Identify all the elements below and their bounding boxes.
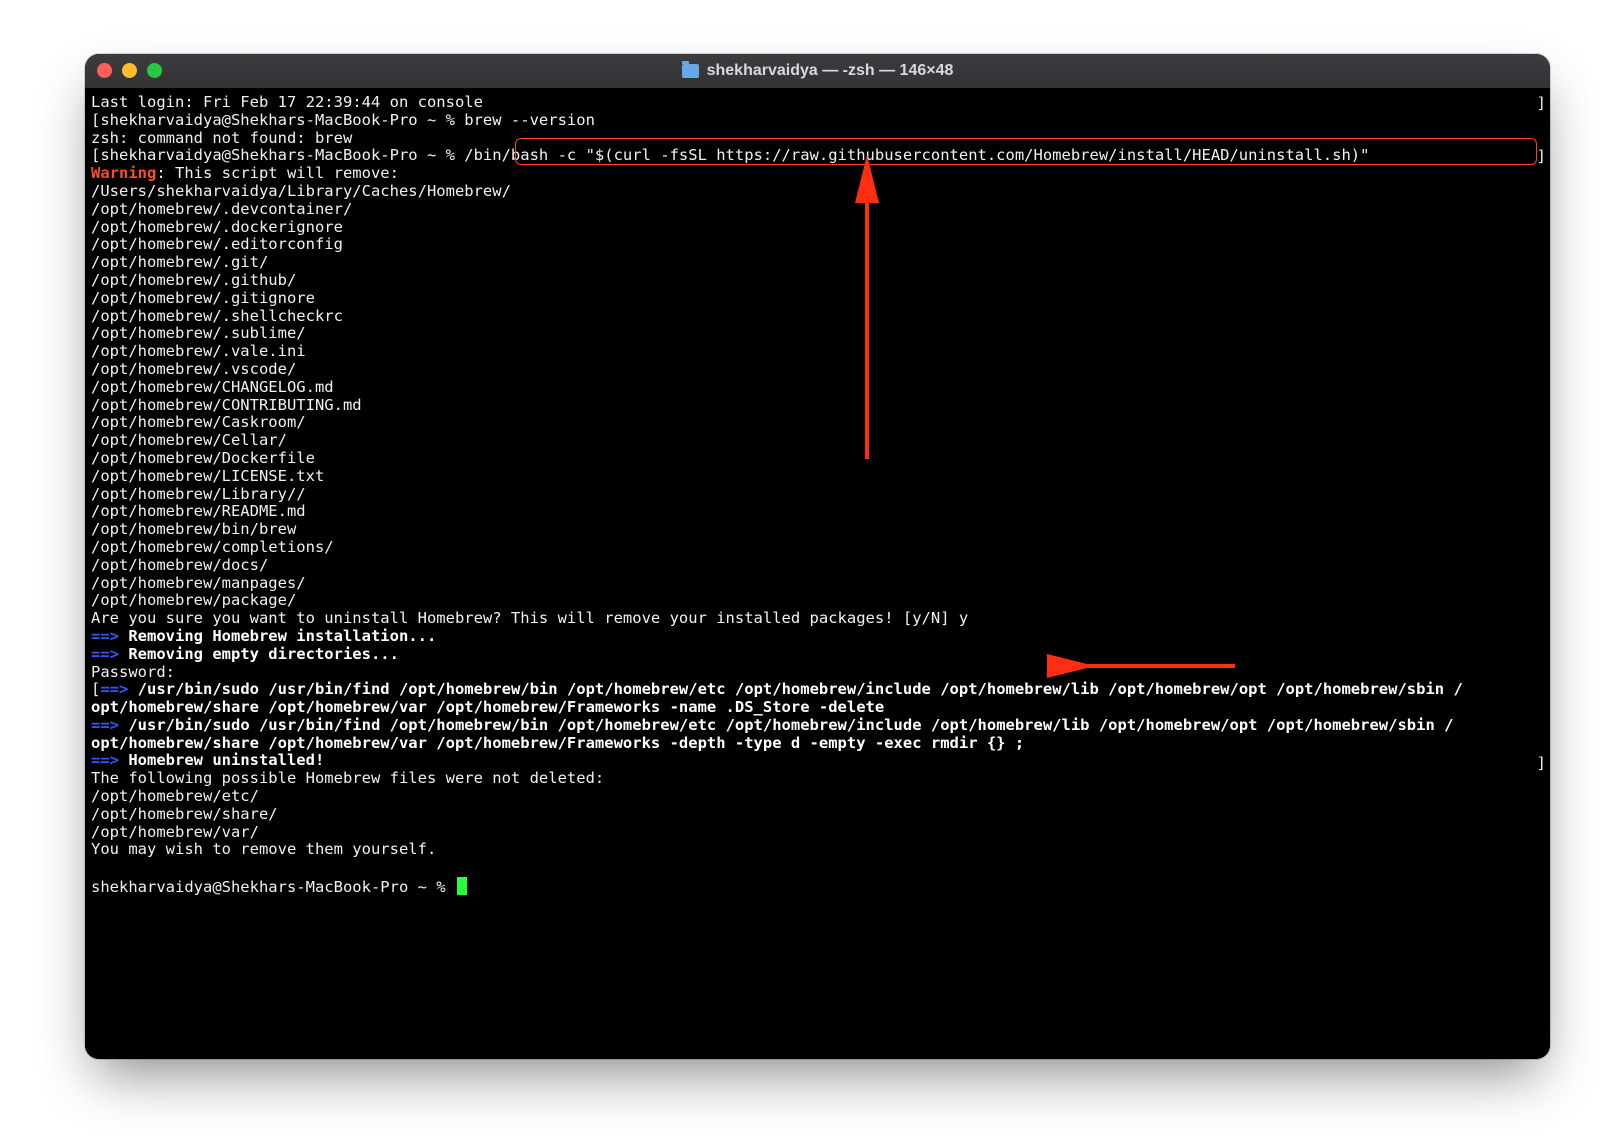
terminal-content[interactable]: Last login: Fri Feb 17 22:39:44 on conso…: [85, 88, 1550, 1059]
wrap-bracket: ]: [1537, 754, 1546, 772]
terminal-line: ==> Homebrew uninstalled!: [91, 752, 1550, 770]
terminal-line: /opt/homebrew/etc/: [91, 788, 1550, 806]
terminal-line: /opt/homebrew/.sublime/: [91, 325, 1550, 343]
traffic-lights: [97, 63, 162, 78]
terminal-line: Password:: [91, 664, 1550, 682]
terminal-line: /opt/homebrew/var/: [91, 824, 1550, 842]
terminal-line: Last login: Fri Feb 17 22:39:44 on conso…: [91, 94, 1550, 112]
terminal-line: /opt/homebrew/completions/: [91, 539, 1550, 557]
terminal-line: /opt/homebrew/CONTRIBUTING.md: [91, 397, 1550, 415]
terminal-line: /opt/homebrew/manpages/: [91, 575, 1550, 593]
terminal-line: [shekharvaidya@Shekhars-MacBook-Pro ~ % …: [91, 147, 1550, 165]
terminal-line: /opt/homebrew/Dockerfile: [91, 450, 1550, 468]
terminal-line: /opt/homebrew/Cellar/: [91, 432, 1550, 450]
terminal-line: /opt/homebrew/Library//: [91, 486, 1550, 504]
terminal-line: [shekharvaidya@Shekhars-MacBook-Pro ~ % …: [91, 112, 1550, 130]
terminal-line: Are you sure you want to uninstall Homeb…: [91, 610, 1550, 628]
terminal-line: [91, 859, 1550, 877]
terminal-line: /opt/homebrew/docs/: [91, 557, 1550, 575]
wrap-bracket: ]: [1537, 94, 1546, 112]
title-bar[interactable]: shekharvaidya — -zsh — 146×48: [85, 54, 1550, 89]
title-icon: [682, 64, 699, 78]
terminal-line: [==> /usr/bin/sudo /usr/bin/find /opt/ho…: [91, 681, 1550, 699]
terminal-line: /opt/homebrew/.devcontainer/: [91, 201, 1550, 219]
terminal-line: zsh: command not found: brew: [91, 130, 1550, 148]
terminal-line: /opt/homebrew/.vale.ini: [91, 343, 1550, 361]
terminal-line: /opt/homebrew/Caskroom/: [91, 414, 1550, 432]
terminal-line: Warning: This script will remove:: [91, 165, 1550, 183]
terminal-line: /opt/homebrew/CHANGELOG.md: [91, 379, 1550, 397]
terminal-line: /opt/homebrew/share/: [91, 806, 1550, 824]
terminal-line: /opt/homebrew/.shellcheckrc: [91, 308, 1550, 326]
terminal-line: /opt/homebrew/bin/brew: [91, 521, 1550, 539]
window-title: shekharvaidya — -zsh — 146×48: [707, 62, 954, 80]
terminal-line: ==> Removing Homebrew installation...: [91, 628, 1550, 646]
zoom-icon[interactable]: [147, 63, 162, 78]
terminal-window: shekharvaidya — -zsh — 146×48 Last login…: [85, 54, 1550, 1059]
cursor: [457, 877, 467, 895]
terminal-line: /opt/homebrew/.editorconfig: [91, 236, 1550, 254]
terminal-line: /opt/homebrew/.gitignore: [91, 290, 1550, 308]
terminal-line: The following possible Homebrew files we…: [91, 770, 1550, 788]
wrap-bracket: ]: [1537, 147, 1546, 165]
terminal-line: /opt/homebrew/README.md: [91, 503, 1550, 521]
minimize-icon[interactable]: [122, 63, 137, 78]
terminal-line: opt/homebrew/share /opt/homebrew/var /op…: [91, 735, 1550, 753]
close-icon[interactable]: [97, 63, 112, 78]
terminal-line: /opt/homebrew/.dockerignore: [91, 219, 1550, 237]
terminal-line: /opt/homebrew/.git/: [91, 254, 1550, 272]
terminal-line: shekharvaidya@Shekhars-MacBook-Pro ~ %: [91, 877, 1550, 897]
terminal-line: /opt/homebrew/LICENSE.txt: [91, 468, 1550, 486]
terminal-line: /opt/homebrew/.vscode/: [91, 361, 1550, 379]
terminal-line: ==> Removing empty directories...: [91, 646, 1550, 664]
terminal-line: opt/homebrew/share /opt/homebrew/var /op…: [91, 699, 1550, 717]
terminal-line: ==> /usr/bin/sudo /usr/bin/find /opt/hom…: [91, 717, 1550, 735]
terminal-line: /opt/homebrew/.github/: [91, 272, 1550, 290]
terminal-line: You may wish to remove them yourself.: [91, 841, 1550, 859]
terminal-line: /Users/shekharvaidya/Library/Caches/Home…: [91, 183, 1550, 201]
terminal-line: /opt/homebrew/package/: [91, 592, 1550, 610]
